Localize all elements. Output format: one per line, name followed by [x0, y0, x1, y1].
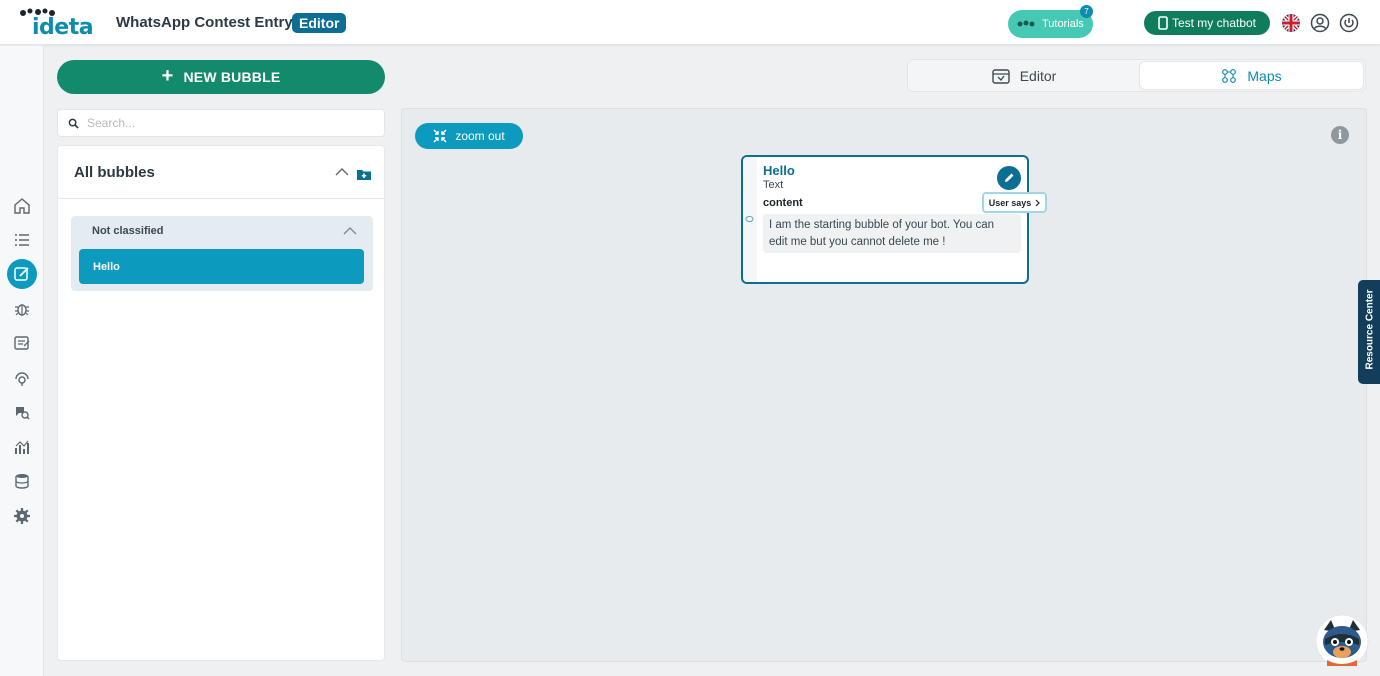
mode-badge: Editor: [292, 13, 347, 33]
new-bubble-label: NEW BUBBLE: [183, 69, 281, 85]
list-icon[interactable]: [12, 230, 32, 250]
database-icon[interactable]: [12, 471, 32, 491]
panel-title: All bubbles: [74, 164, 155, 181]
map-canvas[interactable]: zoom out i Hello Text content I am the s…: [401, 108, 1367, 662]
integrations-icon[interactable]: [12, 368, 32, 388]
bubble-content-text: I am the starting bubble of your bot. Yo…: [763, 214, 1021, 253]
editor-icon[interactable]: [7, 259, 37, 289]
edit-bubble-button[interactable]: [997, 166, 1021, 190]
tab-editor[interactable]: Editor: [910, 62, 1138, 89]
analytics-icon[interactable]: [12, 437, 32, 457]
plus-icon: +: [161, 65, 174, 87]
inbox-search-icon[interactable]: [12, 402, 32, 422]
compress-icon: [433, 129, 447, 143]
network-icon: [1222, 68, 1237, 83]
top-header: ideta WhatsApp Contest Entry | Editor Tu…: [0, 0, 1380, 45]
search-icon: [68, 118, 79, 129]
user-says-label: User says: [988, 197, 1032, 208]
paw-icon: [1017, 20, 1035, 27]
panel-header: All bubbles: [58, 146, 384, 199]
bug-icon[interactable]: [12, 299, 32, 319]
info-icon[interactable]: i: [1331, 126, 1349, 144]
uk-flag-icon[interactable]: [1281, 13, 1301, 33]
tab-maps[interactable]: Maps: [1140, 62, 1363, 89]
logo-text: ideta: [32, 15, 94, 40]
tab-maps-label: Maps: [1247, 67, 1282, 84]
chevron-up-icon[interactable]: [343, 227, 357, 235]
chevron-right-icon: [1035, 199, 1041, 206]
search-box: [57, 109, 385, 137]
raccoon-mascot-avatar[interactable]: [1315, 614, 1369, 668]
zoom-out-label: zoom out: [455, 129, 505, 143]
resource-center-label: Resource Center: [1364, 289, 1376, 370]
tutorials-count-badge: 7: [1080, 5, 1093, 18]
calendar-icon: [992, 68, 1010, 84]
tutorials-button[interactable]: Tutorials 7: [1008, 5, 1093, 38]
resource-center-tab[interactable]: Resource Center: [1358, 280, 1380, 384]
tutorials-label: Tutorials: [1042, 18, 1084, 30]
pencil-icon: [1005, 173, 1014, 182]
left-nav-rail: [0, 46, 44, 676]
phone-icon: [1158, 16, 1168, 30]
chat-dot-icon: [745, 215, 754, 223]
group-title: Not classified: [92, 225, 164, 237]
search-input[interactable]: [87, 116, 367, 130]
bubble-list-item[interactable]: Hello: [79, 249, 364, 284]
view-tabs: Editor Maps: [907, 59, 1366, 92]
forms-icon[interactable]: [12, 333, 32, 353]
bubble-section-label: content: [763, 197, 803, 209]
add-folder-icon[interactable]: [356, 168, 372, 181]
ideta-logo[interactable]: ideta: [18, 8, 94, 40]
user-says-button[interactable]: User says: [982, 192, 1047, 213]
bubble-title: Hello: [763, 163, 795, 178]
home-icon[interactable]: [12, 196, 32, 216]
user-account-icon[interactable]: [1310, 13, 1330, 33]
bubble-group-not-classified: Not classified Hello: [71, 216, 373, 291]
bubble-card-hello[interactable]: Hello Text content I am the starting bub…: [741, 155, 1047, 284]
chevron-up-icon[interactable]: [335, 167, 349, 176]
power-icon[interactable]: [1339, 13, 1359, 33]
settings-icon[interactable]: [12, 506, 32, 526]
bubble-type: Text: [763, 179, 784, 191]
new-bubble-button[interactable]: + NEW BUBBLE: [57, 60, 385, 94]
test-chatbot-label: Test my chatbot: [1171, 16, 1257, 30]
bot-title: WhatsApp Contest Entry |: [116, 14, 302, 31]
test-chatbot-button[interactable]: Test my chatbot: [1144, 11, 1270, 35]
bubbles-panel: All bubbles Not classified Hello: [57, 145, 385, 661]
tab-editor-label: Editor: [1019, 67, 1057, 84]
zoom-out-button[interactable]: zoom out: [415, 123, 523, 149]
